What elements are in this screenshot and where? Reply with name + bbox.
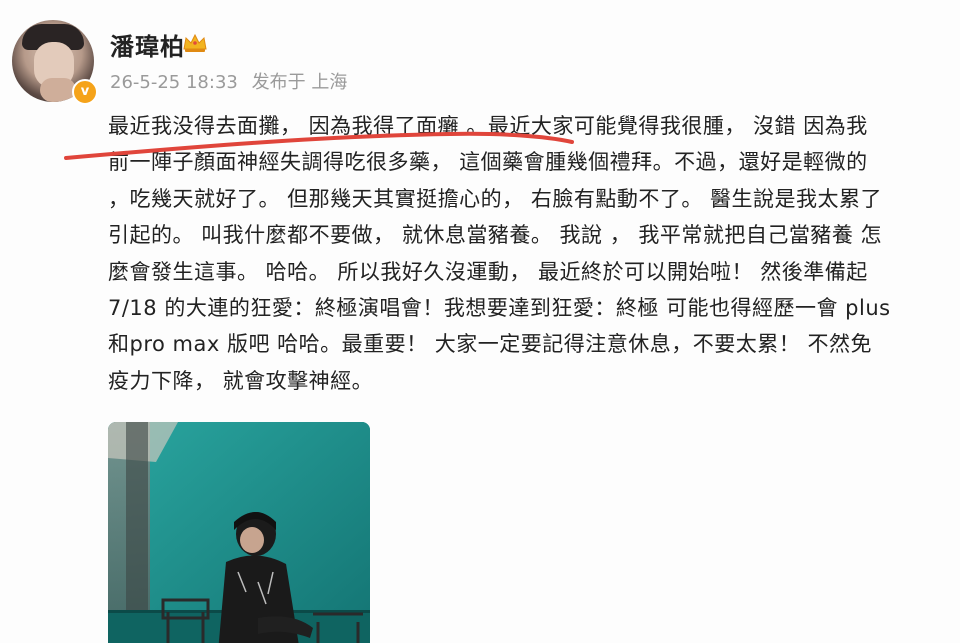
post-text-line: 最近我没得去面攤， 因為我得了面癱 。最近大家可能覺得我很腫， 沒錯 因為我: [108, 114, 868, 138]
post-text-line: 疫力下降， 就會攻擊神經。: [108, 368, 374, 393]
avatar-hand: [40, 78, 76, 102]
post-text-line: 7/18 的大連的狂愛：終極演唱會！我想要達到狂愛：終極 可能也得經歷一會 pl…: [108, 296, 891, 321]
post-text-line: 麼會發生這事。 哈哈。 所以我好久沒運動， 最近終於可以開始啦！ 然後準備起: [108, 259, 868, 284]
post-photo-illustration: [108, 422, 370, 643]
post-text-line: ，吃幾天就好了。 但那幾天其實挺擔心的， 右臉有點動不了。 醫生說是我太累了: [108, 186, 883, 211]
crown-icon[interactable]: [182, 32, 208, 54]
post-text-line: 前一陣子顏面神經失調得吃很多藥， 這個藥會腫幾個禮拜。不過，還好是輕微的: [108, 150, 868, 175]
post-photo[interactable]: [108, 422, 370, 643]
verified-badge-icon: v: [72, 79, 98, 105]
post-text-line: 和pro max 版吧 哈哈。最重要！ 大家一定要記得注意休息，不要太累！ 不然…: [108, 332, 872, 357]
post-body: 最近我没得去面攤， 因為我得了面癱 。最近大家可能覺得我很腫， 沒錯 因為我 前…: [108, 108, 948, 399]
weibo-post: v 潘瑋柏 26-5-25 18:33 发布于 上海 最近我没得去面攤， 因為我…: [0, 0, 960, 643]
post-text-line: 引起的。 叫我什麼都不要做， 就休息當豬養。 我說 ， 我平常就把自己當豬養 怎: [108, 223, 883, 248]
post-timestamp[interactable]: 26-5-25 18:33: [110, 72, 238, 93]
post-location: 发布于 上海: [251, 72, 348, 93]
username[interactable]: 潘瑋柏: [110, 27, 185, 62]
post-meta: 26-5-25 18:33 发布于 上海: [110, 68, 355, 94]
